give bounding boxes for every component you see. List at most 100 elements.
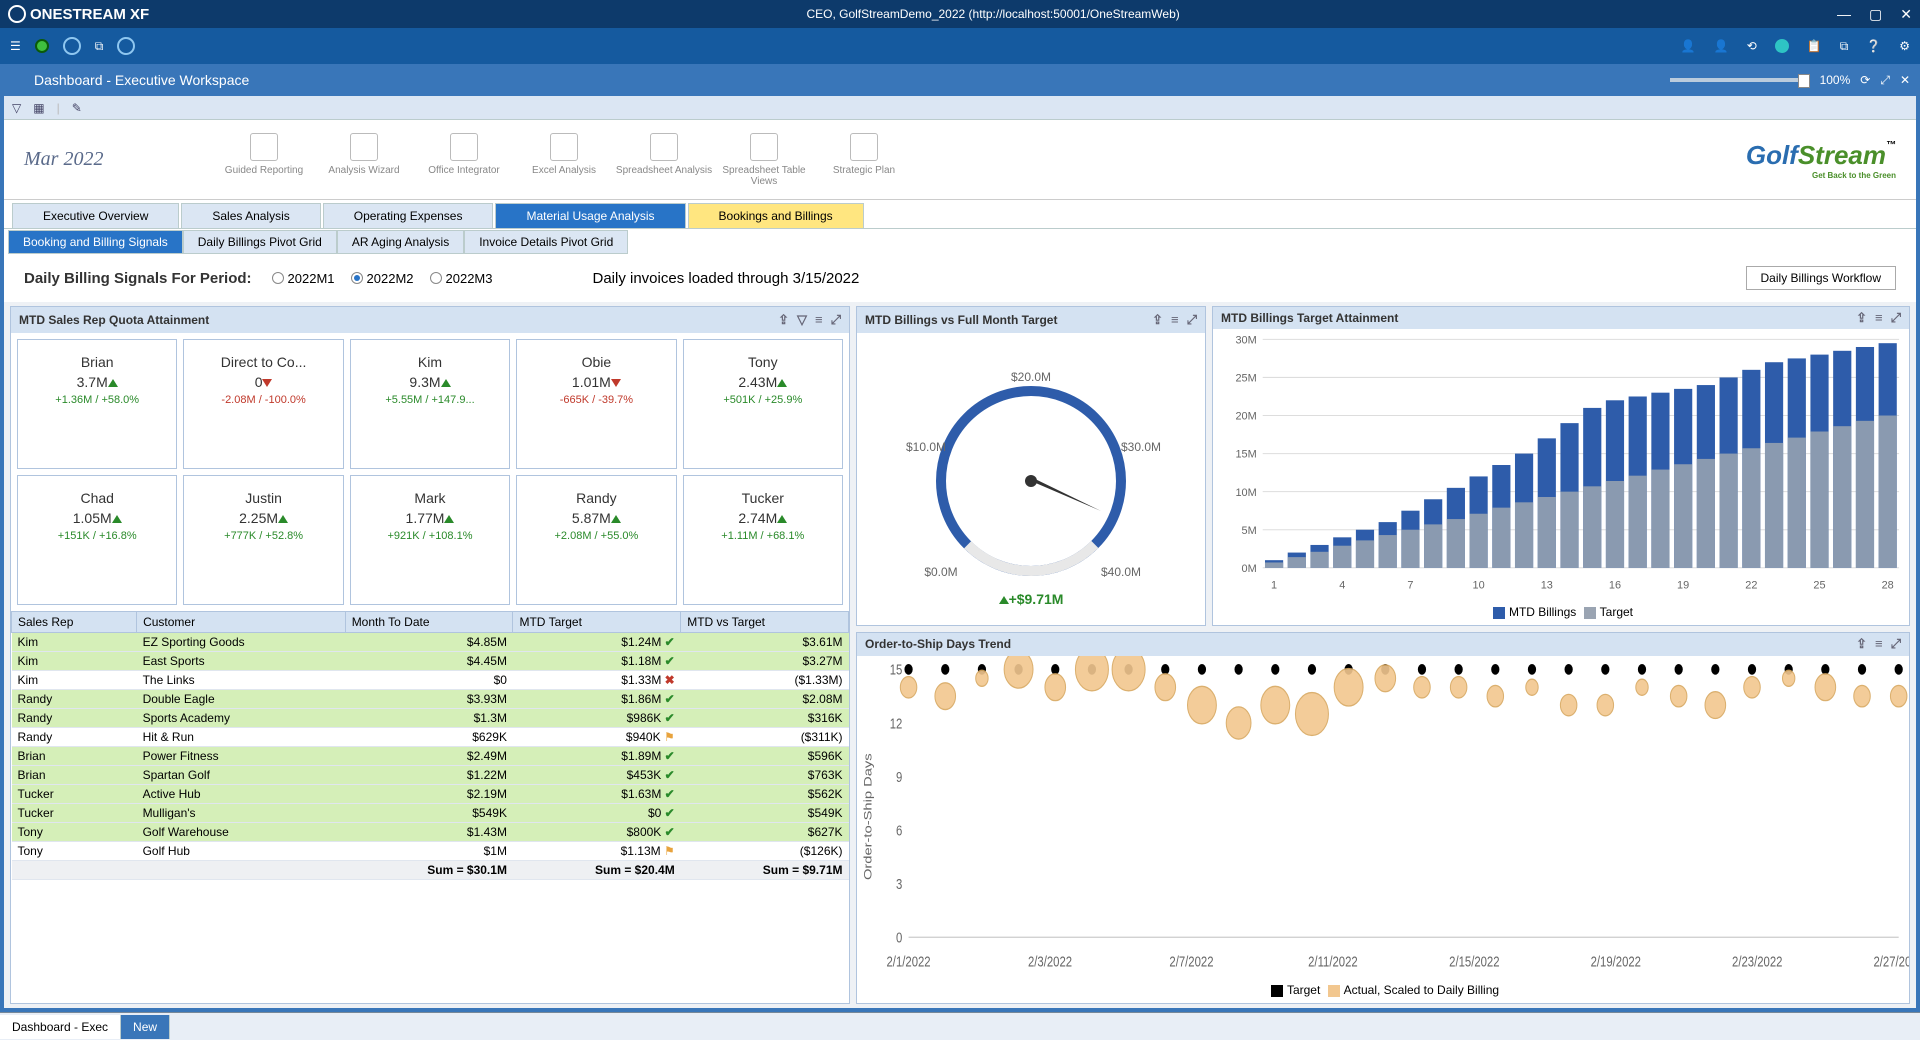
quota-card-direct-to-co-[interactable]: Direct to Co...0-2.08M / -100.0% <box>183 339 343 469</box>
copy-icon[interactable]: ⧉ <box>95 39 104 54</box>
help-icon[interactable]: ❔ <box>1866 39 1881 53</box>
expand-icon[interactable]: ⤢ <box>1891 310 1901 326</box>
zoom-level: 100% <box>1820 73 1851 87</box>
tab-sales-analysis[interactable]: Sales Analysis <box>181 203 320 228</box>
period-radio-2022M2[interactable]: 2022M2 <box>351 271 414 286</box>
table-row[interactable]: KimThe Links$0$1.33M ✖($1.33M) <box>12 671 849 690</box>
table-row[interactable]: TuckerActive Hub$2.19M$1.63M ✔$562K <box>12 785 849 804</box>
settings2-icon[interactable]: ≡ <box>1875 636 1883 652</box>
quota-card-tony[interactable]: Tony2.43M+501K / +25.9% <box>683 339 843 469</box>
export-icon[interactable]: ⇪ <box>1856 636 1867 652</box>
nav-analysis-wizard[interactable]: Analysis Wizard <box>314 133 414 187</box>
svg-text:13: 13 <box>1541 579 1553 591</box>
filter-icon[interactable]: ▽ <box>12 101 21 115</box>
table-row[interactable]: RandyDouble Eagle$3.93M$1.86M ✔$2.08M <box>12 690 849 709</box>
minimize-icon[interactable]: — <box>1837 6 1851 23</box>
col-sales-rep[interactable]: Sales Rep <box>12 612 137 633</box>
col-mtd-vs-target[interactable]: MTD vs Target <box>681 612 849 633</box>
period-radio-2022M3[interactable]: 2022M3 <box>430 271 493 286</box>
grid-icon[interactable]: ▦ <box>33 101 44 115</box>
col-month-to-date[interactable]: Month To Date <box>345 612 513 633</box>
subtab-ar-aging-analysis[interactable]: AR Aging Analysis <box>337 230 464 254</box>
table-row[interactable]: KimEZ Sporting Goods$4.85M$1.24M ✔$3.61M <box>12 633 849 652</box>
table-row[interactable]: TuckerMulligan's$549K$0 ✔$549K <box>12 804 849 823</box>
sales-rep-table[interactable]: Sales RepCustomerMonth To DateMTD Target… <box>11 611 849 880</box>
zoom-slider[interactable] <box>1670 78 1810 82</box>
sub-tabs: Booking and Billing SignalsDaily Billing… <box>4 228 1916 254</box>
col-mtd-target[interactable]: MTD Target <box>513 612 681 633</box>
svg-text:2/7/2022: 2/7/2022 <box>1169 953 1213 970</box>
table-row[interactable]: KimEast Sports$4.45M$1.18M ✔$3.27M <box>12 652 849 671</box>
table-row[interactable]: RandyHit & Run$629K$940K ⚑($311K) <box>12 728 849 747</box>
footer-tab-new[interactable]: New <box>121 1015 170 1039</box>
filter2-icon[interactable]: ▽ <box>797 312 807 328</box>
table-row[interactable]: TonyGolf Hub$1M$1.13M ⚑($126K) <box>12 842 849 861</box>
export-icon[interactable]: ⇪ <box>1856 310 1867 326</box>
close-dash-icon[interactable]: ✕ <box>1900 73 1910 87</box>
quota-card-chad[interactable]: Chad1.05M+151K / +16.8% <box>17 475 177 605</box>
nav-spreadsheet-table-views[interactable]: Spreadsheet Table Views <box>714 133 814 187</box>
nav-spreadsheet-analysis[interactable]: Spreadsheet Analysis <box>614 133 714 187</box>
nav-strategic-plan[interactable]: Strategic Plan <box>814 133 914 187</box>
maximize-icon[interactable]: ▢ <box>1869 6 1882 23</box>
window-icon[interactable]: ⧉ <box>1840 39 1849 54</box>
quota-card-tucker[interactable]: Tucker2.74M+1.11M / +68.1% <box>683 475 843 605</box>
user-alert-icon[interactable]: 👤 <box>1714 39 1729 53</box>
globe-icon[interactable] <box>63 37 81 55</box>
settings2-icon[interactable]: ≡ <box>815 312 823 328</box>
svg-text:$30.0M: $30.0M <box>1121 440 1161 454</box>
quota-card-brian[interactable]: Brian3.7M+1.36M / +58.0% <box>17 339 177 469</box>
expand-icon[interactable]: ⤢ <box>1187 312 1197 328</box>
nav-excel-analysis[interactable]: Excel Analysis <box>514 133 614 187</box>
subtab-daily-billings-pivot-grid[interactable]: Daily Billings Pivot Grid <box>183 230 337 254</box>
refresh-dash-icon[interactable]: ⟳ <box>1860 73 1870 87</box>
svg-text:0M: 0M <box>1242 563 1257 575</box>
clipboard-icon[interactable]: 📋 <box>1807 39 1822 53</box>
popout-icon[interactable]: ⤢ <box>1880 73 1890 88</box>
nav-guided-reporting[interactable]: Guided Reporting <box>214 133 314 187</box>
attainment-chart: 0M5M10M15M20M25M30M14710131619222528 <box>1213 329 1909 599</box>
settings2-icon[interactable]: ≡ <box>1171 312 1179 328</box>
table-row[interactable]: RandySports Academy$1.3M$986K ✔$316K <box>12 709 849 728</box>
col-customer[interactable]: Customer <box>137 612 346 633</box>
table-row[interactable]: TonyGolf Warehouse$1.43M$800K ✔$627K <box>12 823 849 842</box>
table-row[interactable]: BrianSpartan Golf$1.22M$453K ✔$763K <box>12 766 849 785</box>
svg-text:$10.0M: $10.0M <box>906 440 946 454</box>
svg-text:2/23/2022: 2/23/2022 <box>1732 953 1782 970</box>
expand-icon[interactable]: ⤢ <box>1891 636 1901 652</box>
refresh-icon[interactable] <box>1775 39 1789 53</box>
user-icon[interactable]: 👤 <box>1681 39 1696 53</box>
subtab-invoice-details-pivot-grid[interactable]: Invoice Details Pivot Grid <box>464 230 628 254</box>
daily-billings-workflow-button[interactable]: Daily Billings Workflow <box>1746 266 1896 290</box>
loading-icon[interactable]: ⟲ <box>1747 39 1757 53</box>
expand-icon[interactable]: ⤢ <box>831 312 841 328</box>
status-circle-icon[interactable] <box>117 37 135 55</box>
svg-text:$0.0M: $0.0M <box>924 565 957 579</box>
quota-card-obie[interactable]: Obie1.01M-665K / -39.7% <box>516 339 676 469</box>
table-row[interactable]: BrianPower Fitness$2.49M$1.89M ✔$596K <box>12 747 849 766</box>
tab-executive-overview[interactable]: Executive Overview <box>12 203 179 228</box>
status-green-icon[interactable] <box>35 39 49 53</box>
hamburger-icon[interactable]: ☰ <box>10 39 21 53</box>
quota-card-mark[interactable]: Mark1.77M+921K / +108.1% <box>350 475 510 605</box>
tab-material-usage-analysis[interactable]: Material Usage Analysis <box>495 203 685 228</box>
period-radio-2022M1[interactable]: 2022M1 <box>272 271 335 286</box>
footer-tab-dashboard[interactable]: Dashboard - Exec <box>0 1015 121 1039</box>
edit-icon[interactable]: ✎ <box>72 101 82 115</box>
quota-card-randy[interactable]: Randy5.87M+2.08M / +55.0% <box>516 475 676 605</box>
settings-icon[interactable]: ⚙ <box>1899 39 1910 53</box>
nav-office-integrator[interactable]: Office Integrator <box>414 133 514 187</box>
brand-logo: GolfStream™ Get Back to the Green <box>1746 140 1896 180</box>
svg-text:7: 7 <box>1407 579 1413 591</box>
quota-card-kim[interactable]: Kim9.3M+5.55M / +147.9... <box>350 339 510 469</box>
svg-text:0: 0 <box>896 929 902 946</box>
tab-operating-expenses[interactable]: Operating Expenses <box>323 203 494 228</box>
close-icon[interactable]: ✕ <box>1900 6 1912 23</box>
settings2-icon[interactable]: ≡ <box>1875 310 1883 326</box>
quota-card-justin[interactable]: Justin2.25M+777K / +52.8% <box>183 475 343 605</box>
subtab-booking-and-billing-signals[interactable]: Booking and Billing Signals <box>8 230 183 254</box>
export-icon[interactable]: ⇪ <box>778 312 789 328</box>
tab-bookings-and-billings[interactable]: Bookings and Billings <box>688 203 864 228</box>
export-icon[interactable]: ⇪ <box>1152 312 1163 328</box>
svg-text:16: 16 <box>1609 579 1621 591</box>
